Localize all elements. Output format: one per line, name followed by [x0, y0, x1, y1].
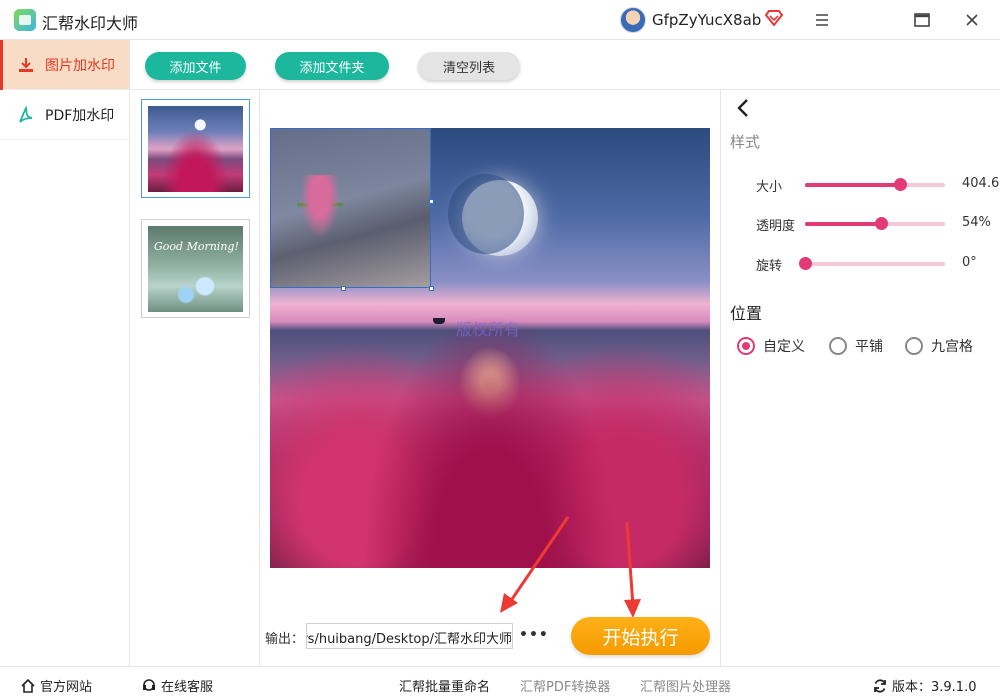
image-watermark-box[interactable]	[270, 128, 434, 291]
user-avatar[interactable]	[620, 7, 646, 33]
clear-list-button[interactable]: 清空列表	[418, 52, 520, 80]
image-processor-link[interactable]: 汇帮图片处理器	[640, 676, 731, 695]
back-arrow-icon[interactable]	[733, 96, 753, 120]
title-bar: 汇帮水印大师 GfpZyYucX8ab	[0, 0, 1000, 40]
official-website-link[interactable]: 官方网站	[20, 676, 92, 695]
sidebar-item-label: PDF加水印	[45, 107, 115, 124]
radio-nine-grid[interactable]: 九宫格	[905, 336, 973, 356]
boat-graphic	[433, 318, 445, 324]
user-name[interactable]: GfpZyYucX8ab	[652, 11, 761, 29]
output-path-text: C:/Users/huibang/Desktop/汇帮水印大师	[307, 632, 512, 647]
sidebar: 图片加水印 PDF加水印	[0, 40, 130, 666]
slider-label: 大小	[756, 180, 783, 195]
pdf-icon	[19, 105, 33, 123]
radio-label: 九宫格	[931, 339, 973, 355]
slider-knob[interactable]	[894, 178, 908, 191]
resize-handle-corner[interactable]	[429, 286, 434, 291]
watermark-flower-graphic	[297, 175, 343, 245]
download-icon	[19, 57, 33, 72]
official-website-label: 官方网站	[40, 680, 93, 695]
pdf-converter-link[interactable]: 汇帮PDF转换器	[520, 676, 610, 695]
headset-icon	[143, 678, 155, 691]
radio-custom[interactable]: 自定义	[737, 336, 805, 356]
slider-label: 旋转	[756, 259, 783, 274]
batch-rename-link[interactable]: 汇帮批量重命名	[399, 676, 490, 695]
red-arrow-icon	[500, 516, 570, 613]
thumbnail-item[interactable]: Good Morning!	[141, 219, 250, 318]
maximize-icon	[914, 13, 930, 27]
radio-circle	[829, 337, 847, 355]
slider-knob[interactable]	[874, 217, 888, 230]
slider-label: 透明度	[756, 219, 796, 234]
radio-circle	[737, 337, 755, 355]
position-radio-group: 自定义 平铺 九宫格	[737, 336, 1000, 358]
style-section-title: 样式	[730, 133, 761, 151]
preview-area: 版权所有 输出： C:/Users/huibang/Desktop/汇帮水印大师…	[260, 90, 721, 666]
radio-tile[interactable]: 平铺	[829, 336, 883, 356]
radio-circle	[905, 337, 923, 355]
opacity-slider-row: 透明度 54%	[721, 214, 1000, 234]
size-slider-row: 大小 404.6%	[721, 175, 1000, 195]
app-title: 汇帮水印大师	[42, 14, 139, 33]
version-label: 版本：3.9.1.0	[892, 680, 977, 695]
add-folder-button[interactable]: 添加文件夹	[275, 52, 389, 80]
preview-image: 版权所有	[270, 128, 710, 568]
vip-diamond-icon[interactable]	[765, 10, 783, 26]
refresh-icon	[874, 678, 886, 693]
rotation-slider-row: 旋转 0°	[721, 254, 1000, 274]
start-button[interactable]: 开始执行	[571, 617, 710, 655]
good-morning-flower-thumbnail: Good Morning!	[148, 226, 243, 312]
home-icon	[21, 678, 35, 693]
opacity-slider[interactable]	[805, 217, 945, 230]
output-path-field[interactable]: C:/Users/huibang/Desktop/汇帮水印大师	[306, 623, 513, 649]
radio-label: 平铺	[855, 339, 883, 355]
app-logo-icon	[14, 9, 36, 31]
sidebar-item-image-watermark[interactable]: 图片加水印	[0, 40, 129, 90]
maximize-button[interactable]	[910, 8, 934, 32]
thumbnail-list: Good Morning!	[130, 90, 260, 666]
version-info[interactable]: 版本：3.9.1.0	[872, 676, 976, 695]
sidebar-item-label: 图片加水印	[45, 57, 115, 74]
position-section-title: 位置	[730, 304, 763, 323]
radio-label: 自定义	[763, 339, 805, 355]
text-watermark[interactable]: 版权所有	[456, 316, 520, 340]
online-support-label: 在线客服	[161, 680, 214, 695]
hamburger-icon	[816, 14, 828, 26]
slider-knob[interactable]	[799, 257, 812, 270]
red-arrow-icon	[624, 521, 641, 618]
sidebar-item-pdf-watermark[interactable]: PDF加水印	[0, 90, 129, 140]
moon-graphic	[448, 174, 538, 256]
close-button[interactable]	[960, 8, 984, 32]
slider-value: 54%	[962, 215, 991, 230]
size-slider[interactable]	[805, 178, 945, 191]
slider-fill	[805, 222, 881, 226]
bottom-bar: 官方网站 在线客服 汇帮批量重命名 汇帮PDF转换器 汇帮图片处理器 版本：3.…	[0, 666, 1000, 700]
settings-panel: 样式 大小 404.6% 透明度 54% 旋转 0° 位置 自定义 平铺	[721, 90, 1000, 666]
slider-value: 0°	[962, 255, 977, 270]
online-support-link[interactable]: 在线客服	[141, 676, 213, 695]
moon-flower-sea-thumbnail	[148, 106, 243, 192]
slider-value: 404.6%	[962, 176, 1000, 191]
resize-handle-bottom[interactable]	[341, 286, 346, 291]
close-icon	[966, 14, 978, 26]
toolbar: 添加文件 添加文件夹 清空列表	[130, 40, 1000, 90]
slider-fill	[805, 183, 901, 187]
browse-more-button[interactable]: •••	[519, 627, 549, 643]
output-label: 输出：	[265, 632, 305, 647]
thumbnail-caption: Good Morning!	[154, 240, 239, 253]
menu-button[interactable]	[810, 8, 834, 32]
thumbnail-item[interactable]	[141, 99, 250, 198]
rotation-slider[interactable]	[799, 257, 945, 270]
add-file-button[interactable]: 添加文件	[145, 52, 246, 80]
resize-handle-right[interactable]	[429, 199, 434, 204]
